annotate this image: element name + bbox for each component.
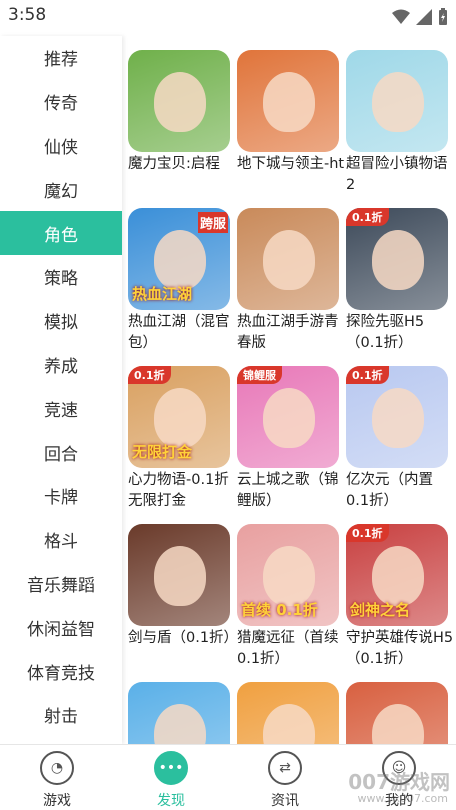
app-icon[interactable]: 热血江湖 跨服: [128, 208, 230, 310]
sidebar-item[interactable]: 体育竞技: [0, 649, 122, 693]
watermark-url: www.yx007.com: [357, 792, 448, 805]
app-icon[interactable]: [237, 208, 339, 310]
app-name: 云上城之歌（锦鲤版）: [237, 472, 339, 509]
discover-icon: •••: [154, 751, 188, 785]
sidebar-item[interactable]: 魔幻: [0, 167, 122, 211]
category-sidebar: 推荐 传奇 仙侠 魔幻 角色 策略 模拟 养成 竞速 回合 卡牌 格斗 音乐舞蹈 休闲益智 体育竞技 射击: [0, 36, 122, 744]
sidebar-item[interactable]: 格斗: [0, 518, 122, 562]
signal-icon: [416, 8, 432, 25]
app-art: [372, 72, 424, 132]
app-name: 魔力宝贝:启程: [128, 156, 220, 172]
app-icon[interactable]: 0.1折: [346, 208, 448, 310]
app-art: [372, 230, 424, 290]
app-card[interactable]: 超冒险小镇物语2: [346, 50, 456, 196]
app-name: 热血江湖（混官包）: [128, 314, 230, 351]
app-name: 剑与盾（0.1折）: [128, 630, 239, 646]
discount-badge: 0.1折: [346, 366, 389, 384]
app-icon[interactable]: [128, 524, 230, 626]
app-icon[interactable]: [128, 50, 230, 152]
app-art-tag: 跨服: [197, 212, 228, 233]
battery-icon: [439, 8, 447, 25]
sidebar-item[interactable]: 推荐: [0, 36, 122, 80]
app-card[interactable]: 0.1折无限打金心力物语-0.1折无限打金: [128, 366, 238, 512]
sidebar-item[interactable]: 传奇: [0, 80, 122, 124]
tab-games[interactable]: ◔ 游戏: [0, 751, 114, 810]
status-bar: 3:58: [0, 0, 456, 32]
discount-badge: 0.1折: [128, 366, 171, 384]
discount-badge: 锦鲤服: [237, 366, 282, 384]
app-art: [154, 388, 206, 448]
app-art: [263, 388, 315, 448]
sidebar-item[interactable]: 仙侠: [0, 124, 122, 168]
sidebar-item[interactable]: 射击: [0, 693, 122, 737]
news-icon: ⇄: [268, 751, 302, 785]
app-card[interactable]: 剑与盾（0.1折）: [128, 524, 238, 649]
discount-badge: 0.1折: [346, 524, 389, 542]
app-art-text: 剑神之名: [350, 601, 411, 619]
app-name: 地下城与领主-ht: [237, 156, 345, 172]
app-card[interactable]: 热血江湖手游青春版: [237, 208, 347, 354]
tab-news[interactable]: ⇄ 资讯: [228, 751, 342, 810]
app-name: 亿次元（内置0.1折）: [346, 472, 433, 509]
app-art: [372, 388, 424, 448]
app-name: 探险先驱H5（0.1折）: [346, 314, 425, 351]
app-name: 热血江湖手游青春版: [237, 314, 339, 351]
app-name: 超冒险小镇物语2: [346, 156, 448, 193]
app-card[interactable]: 热血江湖 跨服热血江湖（混官包）: [128, 208, 238, 354]
app-icon[interactable]: 0.1折无限打金: [128, 366, 230, 468]
app-card[interactable]: 锦鲤服云上城之歌（锦鲤版）: [237, 366, 347, 512]
app-icon[interactable]: [346, 50, 448, 152]
sidebar-item[interactable]: 休闲益智: [0, 605, 122, 649]
app-icon[interactable]: 首续 0.1折: [237, 524, 339, 626]
app-card[interactable]: 首续 0.1折猎魔远征（首续0.1折）: [237, 524, 347, 670]
discount-badge: 0.1折: [346, 208, 389, 226]
sidebar-item[interactable]: 角色: [0, 211, 122, 255]
tab-discover[interactable]: ••• 发现: [114, 751, 228, 810]
watermark: 007游戏网: [348, 770, 450, 794]
app-icon[interactable]: 0.1折剑神之名: [346, 524, 448, 626]
app-art: [263, 546, 315, 606]
app-art: [263, 72, 315, 132]
app-icon[interactable]: [237, 50, 339, 152]
tab-label: 资讯: [271, 793, 299, 809]
status-icons: [392, 8, 448, 25]
app-card[interactable]: 魔力宝贝:启程: [128, 50, 238, 175]
app-art: [154, 546, 206, 606]
app-card[interactable]: 地下城与领主-ht: [237, 50, 347, 175]
sidebar-item[interactable]: 策略: [0, 255, 122, 299]
sidebar-item[interactable]: 回合: [0, 430, 122, 474]
app-art-text: 首续 0.1折: [241, 601, 318, 619]
sidebar-item[interactable]: 音乐舞蹈: [0, 562, 122, 606]
games-icon: ◔: [40, 751, 74, 785]
status-time: 3:58: [8, 5, 47, 25]
sidebar-item[interactable]: 养成: [0, 343, 122, 387]
app-name: 心力物语-0.1折无限打金: [128, 472, 229, 509]
app-card[interactable]: 0.1折亿次元（内置0.1折）: [346, 366, 456, 512]
tab-label: 发现: [157, 793, 185, 809]
app-name: 守护英雄传说H5（0.1折）: [346, 630, 454, 667]
app-art: [154, 230, 206, 290]
app-art: [263, 230, 315, 290]
app-card[interactable]: 0.1折剑神之名守护英雄传说H5（0.1折）: [346, 524, 456, 670]
tab-label: 游戏: [43, 793, 71, 809]
app-icon[interactable]: 0.1折: [346, 366, 448, 468]
app-art-text: 无限打金: [132, 443, 193, 461]
wifi-icon: [392, 9, 410, 24]
sidebar-item[interactable]: 竞速: [0, 386, 122, 430]
app-icon[interactable]: 锦鲤服: [237, 366, 339, 468]
app-art: [154, 72, 206, 132]
app-art: [372, 546, 424, 606]
app-card[interactable]: 0.1折探险先驱H5（0.1折）: [346, 208, 456, 354]
app-name: 猎魔远征（首续0.1折）: [237, 630, 339, 667]
sidebar-item[interactable]: 卡牌: [0, 474, 122, 518]
app-art-text: 热血江湖: [132, 285, 193, 303]
sidebar-item[interactable]: 模拟: [0, 299, 122, 343]
